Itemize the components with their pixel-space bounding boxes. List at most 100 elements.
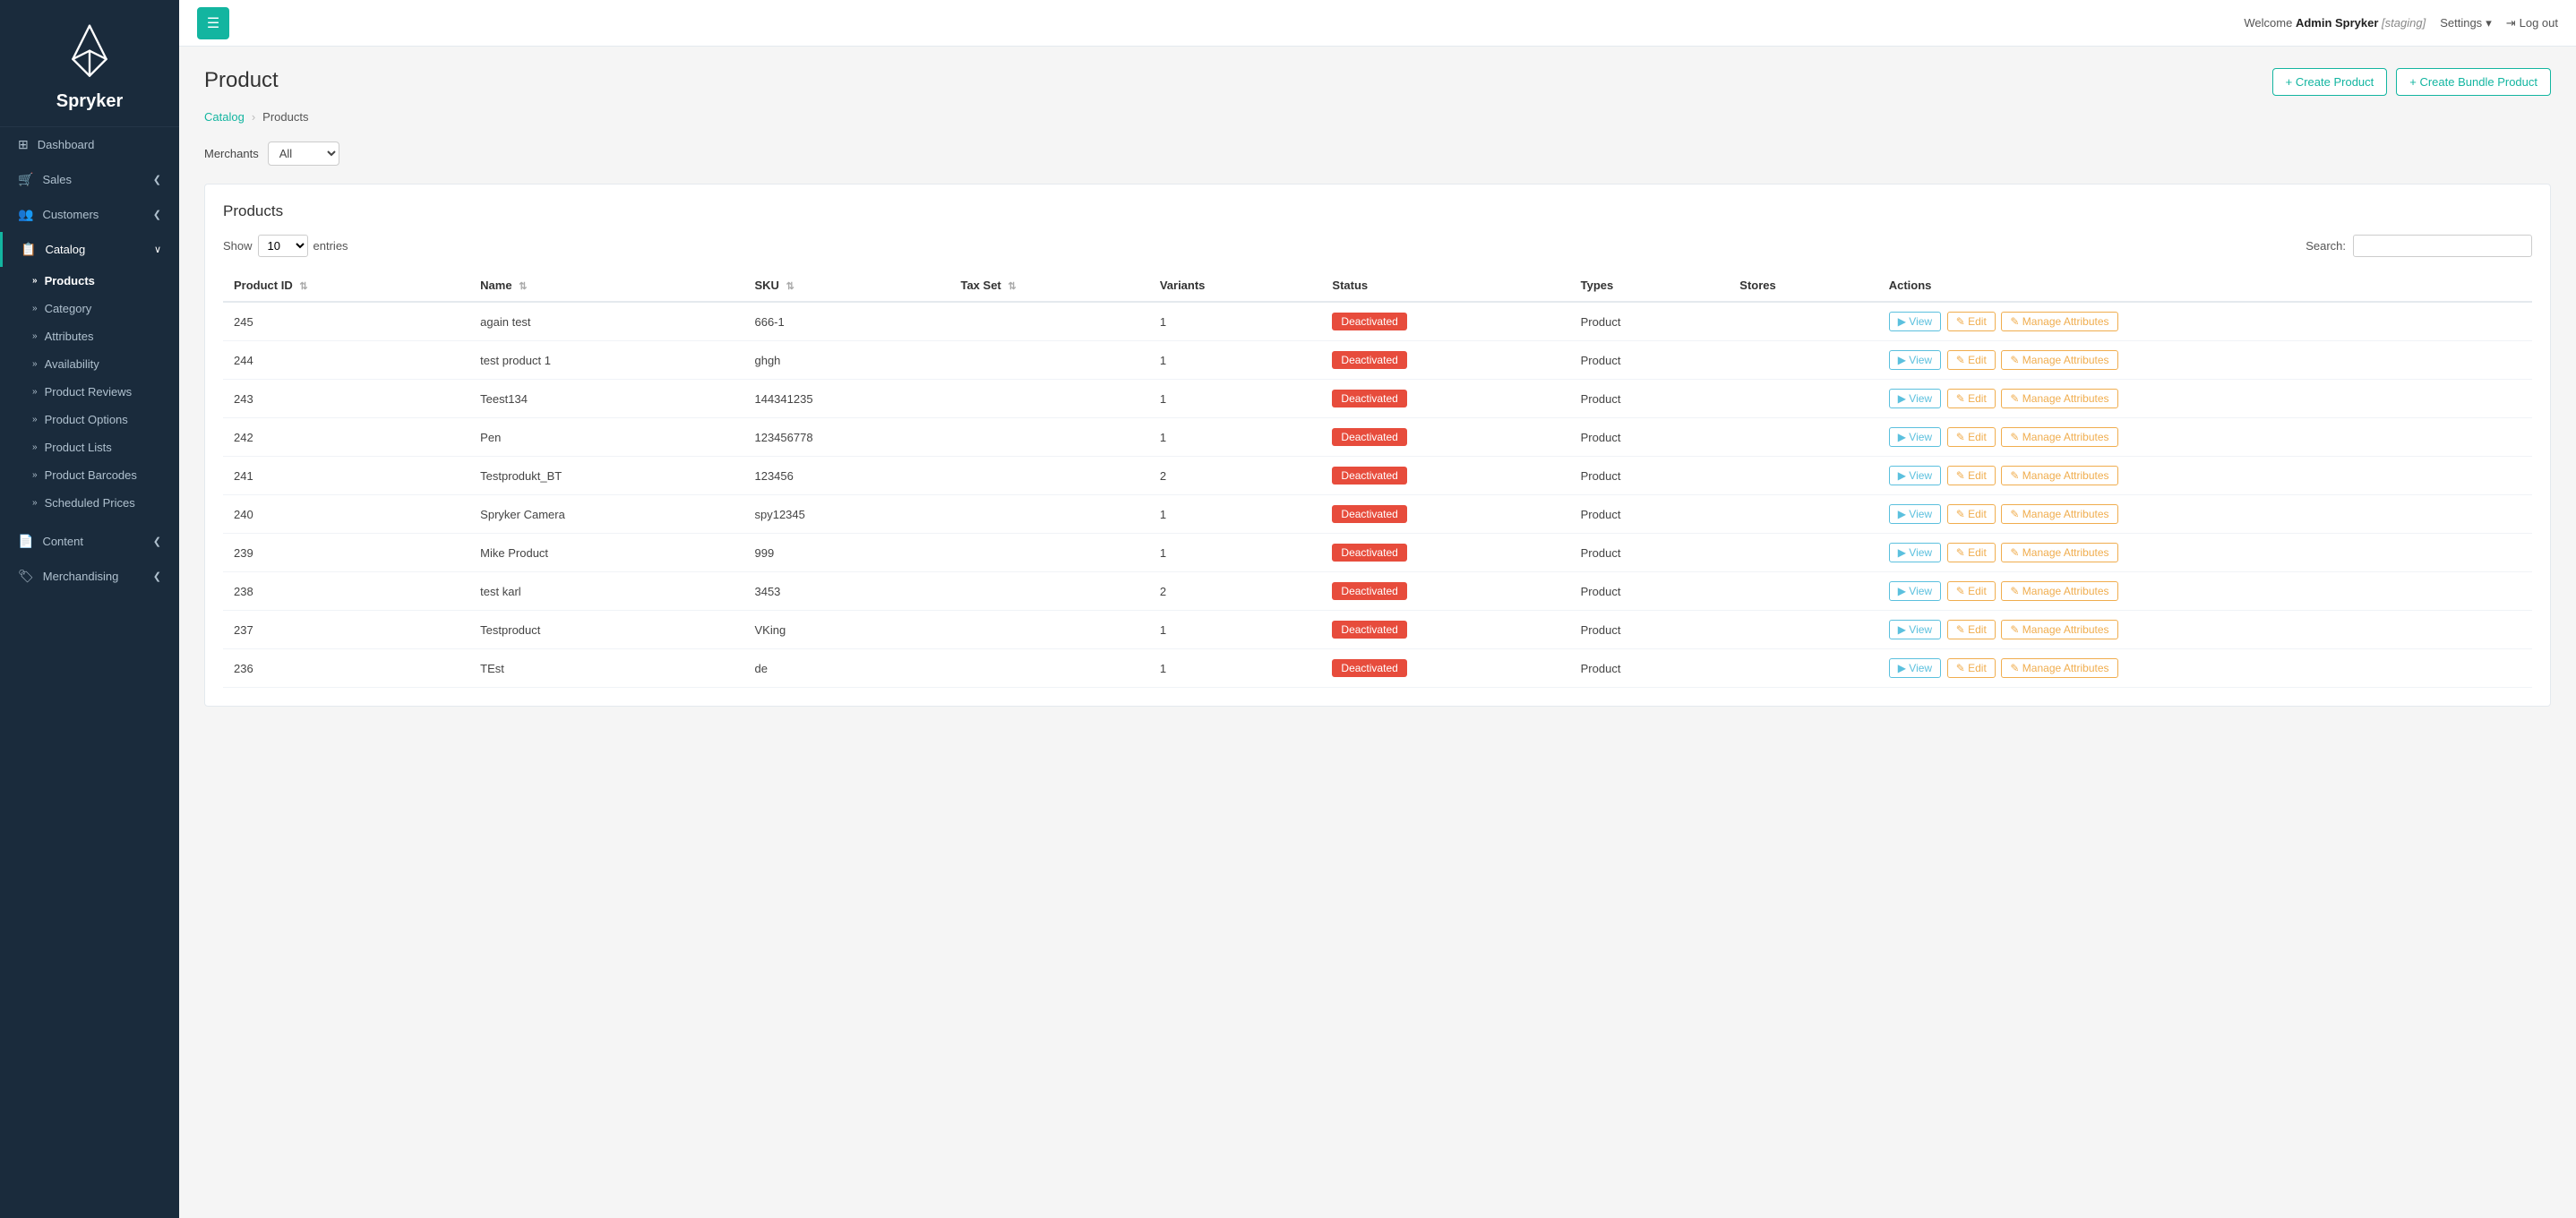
- cell-variants: 1: [1149, 418, 1322, 457]
- settings-button[interactable]: Settings ▾: [2440, 16, 2492, 30]
- breadcrumb-separator: ›: [252, 110, 255, 124]
- manage-attributes-button[interactable]: ✎ Manage Attributes: [2001, 427, 2117, 447]
- sidebar-item-dashboard[interactable]: ⊞ Dashboard: [0, 127, 179, 162]
- col-tax-set[interactable]: Tax Set ⇅: [949, 270, 1148, 302]
- bullet-icon: »: [32, 276, 38, 286]
- cell-actions: ▶ View ✎ Edit ✎ Manage Attributes: [1878, 457, 2532, 495]
- cell-status: Deactivated: [1321, 649, 1569, 688]
- view-button[interactable]: ▶ View: [1889, 350, 1941, 370]
- col-product-id[interactable]: Product ID ⇅: [223, 270, 469, 302]
- status-badge: Deactivated: [1332, 313, 1406, 330]
- cell-variants: 1: [1149, 534, 1322, 572]
- col-types: Types: [1570, 270, 1730, 302]
- sidebar-item-label: Content: [42, 535, 83, 548]
- cell-actions: ▶ View ✎ Edit ✎ Manage Attributes: [1878, 649, 2532, 688]
- col-name[interactable]: Name ⇅: [469, 270, 743, 302]
- edit-button[interactable]: ✎ Edit: [1947, 658, 1996, 678]
- sidebar-item-sales[interactable]: 🛒 Sales ❮: [0, 162, 179, 197]
- breadcrumb-catalog[interactable]: Catalog: [204, 110, 245, 124]
- sidebar-brand: Spryker: [56, 91, 124, 112]
- edit-button[interactable]: ✎ Edit: [1947, 581, 1996, 601]
- cell-sku: ghgh: [743, 341, 949, 380]
- subnav-item-scheduled-prices[interactable]: » Scheduled Prices: [0, 489, 179, 517]
- status-badge: Deactivated: [1332, 428, 1406, 446]
- subnav-item-product-options[interactable]: » Product Options: [0, 406, 179, 433]
- manage-attributes-button[interactable]: ✎ Manage Attributes: [2001, 350, 2117, 370]
- cell-stores: [1729, 341, 1877, 380]
- page-title: Product: [204, 68, 279, 93]
- cell-product-id: 245: [223, 302, 469, 341]
- edit-button[interactable]: ✎ Edit: [1947, 389, 1996, 408]
- manage-attributes-button[interactable]: ✎ Manage Attributes: [2001, 466, 2117, 485]
- view-button[interactable]: ▶ View: [1889, 543, 1941, 562]
- subnav-item-category[interactable]: » Category: [0, 295, 179, 322]
- merchants-select[interactable]: All: [268, 142, 339, 166]
- cell-product-id: 244: [223, 341, 469, 380]
- view-button[interactable]: ▶ View: [1889, 389, 1941, 408]
- edit-button[interactable]: ✎ Edit: [1947, 312, 1996, 331]
- manage-attributes-button[interactable]: ✎ Manage Attributes: [2001, 658, 2117, 678]
- col-variants: Variants: [1149, 270, 1322, 302]
- cell-types: Product: [1570, 495, 1730, 534]
- subnav-item-attributes[interactable]: » Attributes: [0, 322, 179, 350]
- table-header-row: Product ID ⇅ Name ⇅ SKU ⇅ Tax Set: [223, 270, 2532, 302]
- manage-attributes-button[interactable]: ✎ Manage Attributes: [2001, 581, 2117, 601]
- cell-name: test karl: [469, 572, 743, 611]
- staging-label: [staging]: [2382, 16, 2426, 30]
- menu-toggle-button[interactable]: ☰: [197, 7, 229, 39]
- edit-button[interactable]: ✎ Edit: [1947, 466, 1996, 485]
- sidebar-item-content[interactable]: 📄 Content ❮: [0, 524, 179, 559]
- sidebar-item-label: Merchandising: [43, 570, 119, 583]
- view-button[interactable]: ▶ View: [1889, 620, 1941, 639]
- manage-attributes-button[interactable]: ✎ Manage Attributes: [2001, 543, 2117, 562]
- table-row: 239 Mike Product 999 1 Deactivated Produ…: [223, 534, 2532, 572]
- col-sku[interactable]: SKU ⇅: [743, 270, 949, 302]
- cell-types: Product: [1570, 302, 1730, 341]
- manage-attributes-button[interactable]: ✎ Manage Attributes: [2001, 620, 2117, 639]
- subnav-item-availability[interactable]: » Availability: [0, 350, 179, 378]
- subnav-item-product-reviews[interactable]: » Product Reviews: [0, 378, 179, 406]
- logout-button[interactable]: ⇥ Log out: [2506, 16, 2558, 30]
- cell-variants: 1: [1149, 380, 1322, 418]
- edit-button[interactable]: ✎ Edit: [1947, 543, 1996, 562]
- cell-name: Pen: [469, 418, 743, 457]
- create-product-button[interactable]: + Create Product: [2272, 68, 2388, 96]
- subnav-item-product-lists[interactable]: » Product Lists: [0, 433, 179, 461]
- manage-attributes-button[interactable]: ✎ Manage Attributes: [2001, 389, 2117, 408]
- cell-stores: [1729, 380, 1877, 418]
- edit-button[interactable]: ✎ Edit: [1947, 427, 1996, 447]
- cell-status: Deactivated: [1321, 572, 1569, 611]
- subnav-item-product-barcodes[interactable]: » Product Barcodes: [0, 461, 179, 489]
- cell-name: test product 1: [469, 341, 743, 380]
- view-button[interactable]: ▶ View: [1889, 504, 1941, 524]
- view-button[interactable]: ▶ View: [1889, 466, 1941, 485]
- sidebar-item-label: Customers: [42, 208, 99, 221]
- cell-product-id: 240: [223, 495, 469, 534]
- cell-stores: [1729, 649, 1877, 688]
- manage-attributes-button[interactable]: ✎ Manage Attributes: [2001, 312, 2117, 331]
- manage-attributes-button[interactable]: ✎ Manage Attributes: [2001, 504, 2117, 524]
- hamburger-icon: ☰: [207, 14, 219, 32]
- table-head: Product ID ⇅ Name ⇅ SKU ⇅ Tax Set: [223, 270, 2532, 302]
- search-input[interactable]: [2353, 235, 2532, 257]
- subnav-item-products[interactable]: » Products: [0, 267, 179, 295]
- cell-product-id: 239: [223, 534, 469, 572]
- view-button[interactable]: ▶ View: [1889, 658, 1941, 678]
- create-bundle-product-button[interactable]: + Create Bundle Product: [2396, 68, 2551, 96]
- sidebar-item-catalog[interactable]: 📋 Catalog ∨: [0, 232, 179, 267]
- sidebar-item-merchandising[interactable]: 🏷 Merchandising ❮: [0, 559, 179, 594]
- sidebar-item-customers[interactable]: 👥 Customers ❮: [0, 197, 179, 232]
- view-button[interactable]: ▶ View: [1889, 427, 1941, 447]
- view-button[interactable]: ▶ View: [1889, 581, 1941, 601]
- entries-per-page-select[interactable]: 10 25 50 100: [258, 235, 308, 257]
- status-badge: Deactivated: [1332, 582, 1406, 600]
- show-label: Show: [223, 239, 253, 253]
- cell-stores: [1729, 572, 1877, 611]
- entries-label: entries: [313, 239, 348, 253]
- bullet-icon: »: [32, 470, 38, 480]
- edit-button[interactable]: ✎ Edit: [1947, 350, 1996, 370]
- edit-button[interactable]: ✎ Edit: [1947, 620, 1996, 639]
- view-button[interactable]: ▶ View: [1889, 312, 1941, 331]
- edit-button[interactable]: ✎ Edit: [1947, 504, 1996, 524]
- cell-sku: 666-1: [743, 302, 949, 341]
